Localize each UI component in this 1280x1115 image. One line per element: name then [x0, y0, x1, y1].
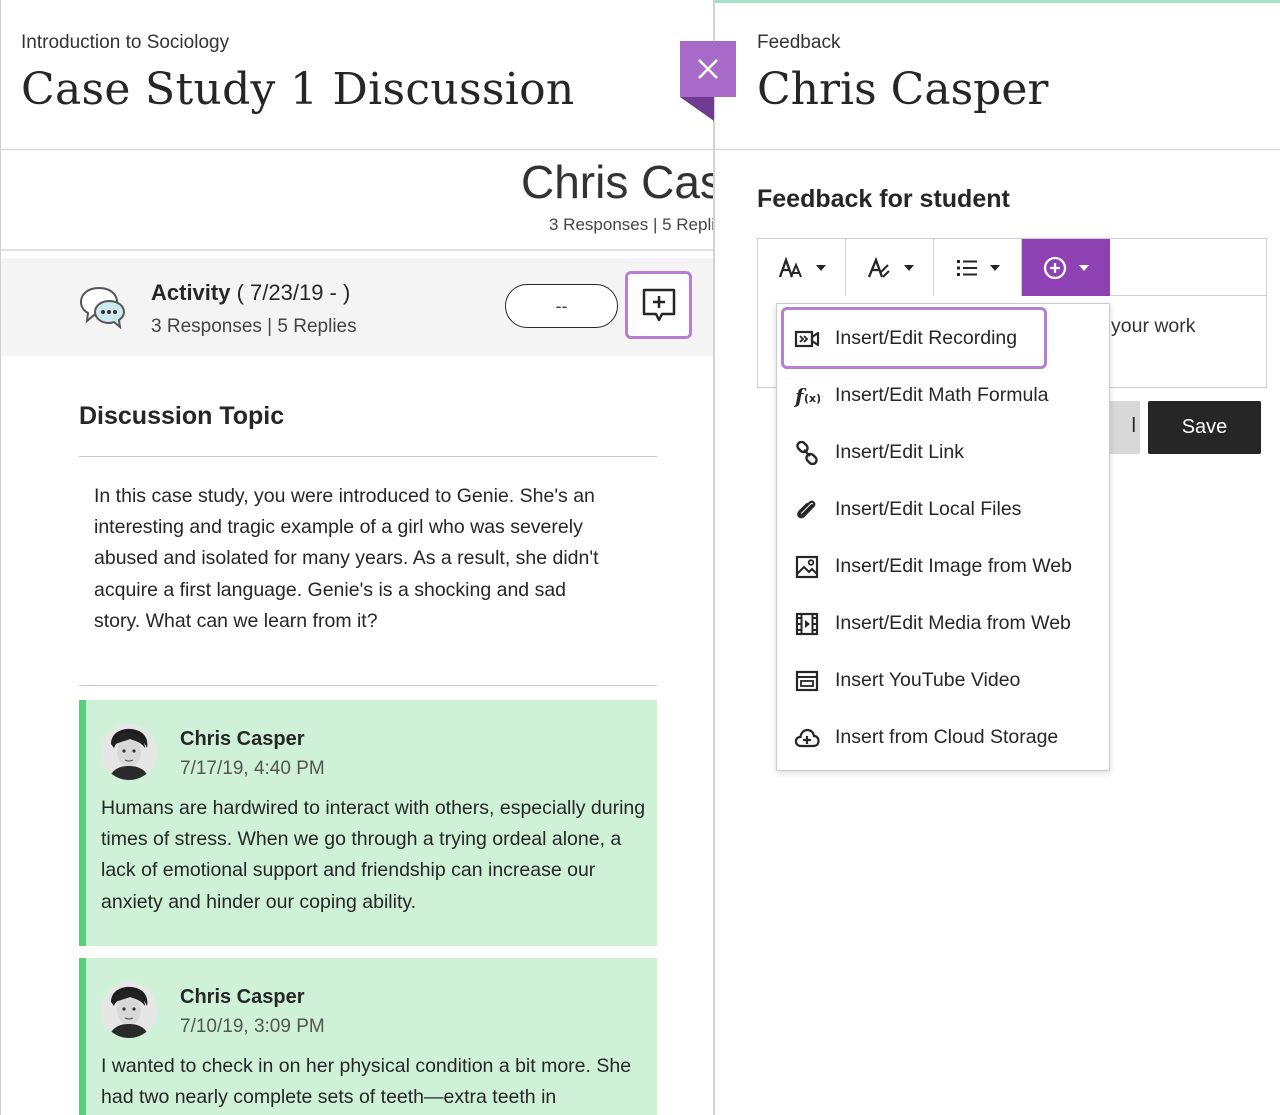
menu-item-label: Insert/Edit Recording	[835, 327, 1018, 349]
post-body: Humans are hardwired to interact with ot…	[101, 797, 646, 913]
menu-item-insert-from-cloud-storage[interactable]: Insert from Cloud Storage	[777, 709, 1109, 766]
panel-title: Chris Casper	[757, 64, 1049, 115]
math-formula-icon: f (x)	[794, 383, 820, 409]
menu-item-label: Insert YouTube Video	[835, 669, 1021, 691]
cancel-button-label: l	[1131, 415, 1136, 437]
film-icon	[794, 611, 820, 637]
student-name: Chris Casper	[521, 156, 713, 208]
link-icon	[794, 440, 820, 466]
grade-pill[interactable]: --	[505, 284, 618, 328]
activity-date-range: ( 7/23/19 - )	[236, 280, 351, 305]
list-icon	[956, 259, 977, 276]
menu-item-insert-local-files[interactable]: Insert/Edit Local Files	[777, 481, 1109, 538]
activity-stats: 3 Responses | 5 Replies	[151, 316, 357, 337]
discussion-bubbles-icon	[79, 285, 127, 330]
discussion-pane: Introduction to Sociology Case Study 1 D…	[0, 0, 713, 1115]
student-summary-band: Chris Casper 3 Responses | 5 Replies	[1, 151, 713, 251]
text-size-icon	[778, 256, 802, 277]
menu-item-label: Insert from Cloud Storage	[835, 726, 1059, 748]
feedback-panel-header: Feedback Chris Casper	[715, 0, 1280, 150]
discussion-header: Introduction to Sociology Case Study 1 D…	[1, 0, 713, 150]
menu-item-label: Insert/Edit Media from Web	[835, 612, 1071, 634]
menu-item-label: Insert/Edit Math Formula	[835, 384, 1049, 406]
page-title: Case Study 1 Discussion	[21, 64, 575, 115]
activity-label: Activity ( 7/23/19 - )	[151, 280, 350, 306]
post-date: 7/17/19, 4:40 PM	[180, 758, 325, 779]
cloud-upload-icon	[794, 725, 820, 751]
post-date: 7/10/19, 3:09 PM	[180, 1016, 325, 1037]
post-body: I wanted to check in on her physical con…	[101, 1055, 632, 1109]
discussion-topic-heading: Discussion Topic	[79, 402, 285, 430]
close-flag-fold	[680, 97, 714, 121]
save-button[interactable]: Save	[1148, 401, 1261, 454]
menu-item-insert-youtube-video[interactable]: Insert YouTube Video	[777, 652, 1109, 709]
divider	[79, 685, 657, 686]
student-stats: 3 Responses | 5 Replies	[549, 215, 713, 234]
video-embed-icon	[794, 668, 820, 694]
image-icon	[794, 554, 820, 580]
discussion-post: Chris Casper 7/17/19, 4:40 PM Humans are…	[79, 700, 657, 946]
avatar	[101, 982, 157, 1038]
chevron-down-icon	[1079, 264, 1089, 271]
course-name: Introduction to Sociology	[21, 32, 230, 53]
grade-value: --	[555, 295, 568, 316]
editor-content[interactable]: your work	[1111, 315, 1196, 338]
avatar	[101, 724, 157, 780]
menu-item-insert-link[interactable]: Insert/Edit Link	[777, 424, 1109, 481]
close-panel-button[interactable]	[680, 41, 736, 97]
menu-item-insert-recording[interactable]: Insert/Edit Recording	[777, 310, 1109, 367]
recording-icon	[794, 326, 820, 352]
insert-content-button[interactable]	[1022, 239, 1110, 296]
discussion-post: Chris Casper 7/10/19, 3:09 PM I wanted t…	[79, 958, 657, 1115]
add-feedback-button[interactable]	[625, 271, 692, 339]
text-size-button[interactable]	[758, 239, 846, 296]
menu-item-insert-image-from-web[interactable]: Insert/Edit Image from Web	[777, 538, 1109, 595]
close-icon	[698, 59, 718, 79]
menu-item-insert-media-from-web[interactable]: Insert/Edit Media from Web	[777, 595, 1109, 652]
panel-accent-line	[715, 0, 1280, 3]
menu-item-label: Insert/Edit Link	[835, 441, 964, 463]
panel-label: Feedback	[757, 32, 841, 53]
add-circle-icon	[1043, 256, 1067, 279]
save-button-label: Save	[1181, 416, 1228, 438]
chevron-down-icon	[989, 264, 1000, 271]
menu-item-label: Insert/Edit Local Files	[835, 498, 1022, 520]
chevron-down-icon	[815, 264, 826, 271]
post-author[interactable]: Chris Casper	[180, 728, 305, 751]
chevron-down-icon	[903, 264, 914, 271]
menu-item-insert-math-formula[interactable]: f (x) Insert/Edit Math Formula	[777, 367, 1109, 424]
paperclip-icon	[794, 497, 820, 523]
feedback-heading: Feedback for student	[757, 185, 1010, 213]
editor-toolbar	[758, 239, 1266, 296]
discussion-topic-text: In this case study, you were introduced …	[94, 485, 599, 632]
text-style-icon	[867, 256, 890, 278]
svg-text:(x): (x)	[804, 392, 820, 405]
activity-title: Activity	[151, 280, 231, 305]
divider	[79, 456, 657, 457]
insert-content-menu: Insert/Edit Recording f (x) Insert/Edit …	[776, 303, 1110, 771]
menu-item-label: Insert/Edit Image from Web	[835, 555, 1072, 577]
text-format-button[interactable]	[846, 239, 934, 296]
feedback-add-icon	[642, 288, 675, 322]
list-button[interactable]	[934, 239, 1022, 296]
post-author[interactable]: Chris Casper	[180, 986, 305, 1009]
